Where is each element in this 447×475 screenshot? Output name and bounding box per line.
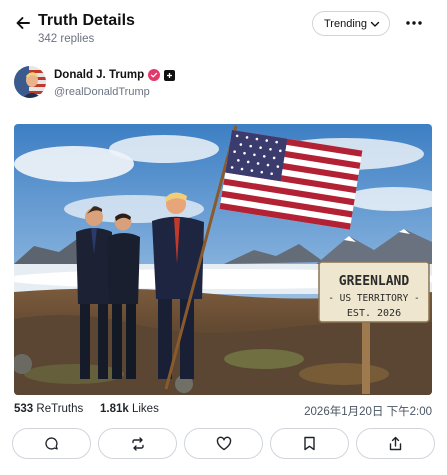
reply-button[interactable] — [12, 428, 91, 459]
sort-dropdown-label: Trending — [324, 17, 368, 30]
post-actions — [12, 428, 435, 462]
sign-line-2: - US TERRITORY - — [328, 293, 420, 304]
post-stats: 533 ReTruths 1.81k Likes 2026年1月20日 下午2:… — [14, 403, 434, 419]
retruths-label: ReTruths — [36, 403, 84, 415]
retruth-button[interactable] — [98, 428, 177, 459]
sign-line-1: GREENLAND — [339, 274, 410, 289]
sort-dropdown[interactable]: Trending — [312, 11, 390, 36]
author-name-row: Donald J. Trump — [54, 69, 176, 81]
sign-line-3: EST. 2026 — [347, 308, 401, 319]
share-icon — [389, 436, 402, 450]
header: Truth Details 342 replies Trending — [0, 0, 447, 56]
retruths-stat[interactable]: 533 ReTruths — [14, 403, 83, 415]
retruth-icon — [131, 436, 144, 451]
more-horizontal-icon — [406, 21, 422, 25]
author-handle: @realDonaldTrump — [54, 86, 150, 98]
share-button[interactable] — [356, 428, 435, 459]
post-image[interactable]: GREENLAND - US TERRITORY - EST. 2026 — [14, 124, 432, 395]
likes-stat[interactable]: 1.81k Likes — [100, 403, 159, 415]
like-icon — [216, 436, 231, 451]
arrow-left-icon — [16, 17, 30, 29]
reply-icon — [45, 437, 58, 450]
reply-count: 342 replies — [38, 33, 95, 45]
page-title: Truth Details — [38, 12, 135, 29]
retruths-count: 533 — [14, 403, 34, 415]
post-author: Donald J. Trump @realDonaldTrump — [14, 66, 434, 102]
like-button[interactable] — [184, 428, 263, 459]
verified-badge-icon — [148, 69, 161, 81]
chevron-down-icon — [370, 21, 380, 27]
author-name[interactable]: Donald J. Trump — [54, 69, 144, 81]
bookmark-icon — [304, 436, 315, 451]
bookmark-button[interactable] — [270, 428, 349, 459]
post-timestamp: 2026年1月20日 下午2:00 — [304, 406, 432, 418]
plus-badge-icon — [164, 69, 176, 81]
likes-label: Likes — [131, 403, 159, 415]
more-options-button[interactable] — [403, 13, 425, 33]
back-button[interactable] — [12, 12, 34, 34]
likes-count: 1.81k — [100, 403, 129, 415]
avatar[interactable] — [14, 66, 46, 98]
